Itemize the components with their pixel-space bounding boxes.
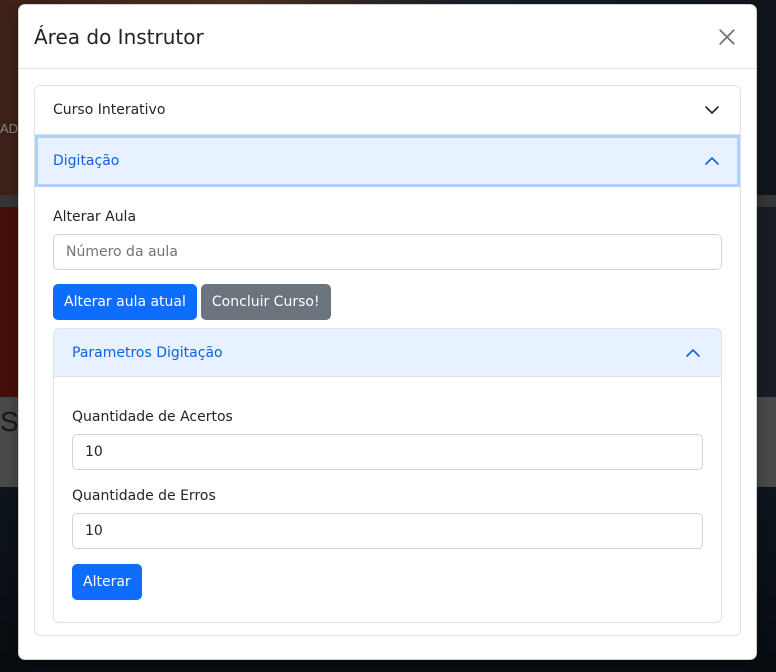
- chevron-up-icon: [705, 157, 719, 165]
- accordion-item-label: Parametros Digitação: [72, 344, 223, 361]
- change-lesson-button[interactable]: Alterar aula atual: [53, 284, 197, 320]
- instructor-modal: Área do Instrutor Curso Interativo Digit…: [18, 4, 757, 660]
- hits-input[interactable]: [72, 434, 703, 470]
- chevron-down-icon: [705, 106, 719, 114]
- accordion-item-label: Curso Interativo: [53, 102, 166, 118]
- modal-title: Área do Instrutor: [34, 24, 204, 49]
- typing-params-body: Quantidade de Acertos Quantidade de Erro…: [54, 377, 721, 622]
- finish-course-button[interactable]: Concluir Curso!: [200, 284, 331, 320]
- lesson-actions: Alterar aula atual Concluir Curso!: [53, 284, 722, 320]
- chevron-up-icon: [686, 348, 700, 357]
- hits-label: Quantidade de Acertos: [72, 409, 233, 425]
- modal-header: Área do Instrutor: [19, 5, 756, 69]
- accordion-item-curso-interativo[interactable]: Curso Interativo: [35, 86, 740, 135]
- accordion-item-parametros[interactable]: Parametros Digitação: [54, 329, 721, 377]
- course-accordion: Curso Interativo Digitação Alterar Aula …: [34, 85, 741, 636]
- submit-params-button[interactable]: Alterar: [72, 564, 142, 600]
- typing-params-accordion: Parametros Digitação Quantidade de Acert…: [53, 328, 722, 623]
- accordion-item-label: Digitação: [53, 153, 120, 169]
- accordion-body-digitacao: Alterar Aula Alterar aula atual Concluir…: [35, 187, 740, 635]
- errors-label: Quantidade de Erros: [72, 488, 216, 504]
- lesson-number-input[interactable]: [53, 234, 722, 270]
- accordion-item-digitacao[interactable]: Digitação: [35, 135, 740, 187]
- close-icon: [719, 28, 735, 45]
- change-lesson-label: Alterar Aula: [53, 209, 137, 225]
- errors-input[interactable]: [72, 513, 703, 549]
- close-button[interactable]: [714, 24, 740, 50]
- modal-body: Curso Interativo Digitação Alterar Aula …: [19, 69, 756, 652]
